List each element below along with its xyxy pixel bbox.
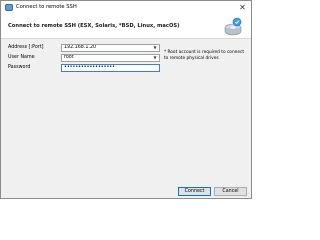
cancel-button[interactable]: Cancel (214, 187, 247, 196)
username-value: root (64, 55, 74, 60)
close-icon[interactable]: ✕ (237, 2, 248, 13)
title-bar[interactable]: Connect to remote SSH ✕ (1, 1, 251, 16)
password-value: •••••••••••••••••• (64, 65, 115, 70)
dialog-window: Connect to remote SSH ✕ Connect to remot… (0, 0, 252, 199)
connect-button[interactable]: Connect (178, 187, 211, 196)
resize-grip-icon[interactable]: ⋰ (245, 192, 250, 197)
username-field[interactable]: root ▼ (61, 54, 160, 62)
chevron-down-icon[interactable]: ▼ (152, 55, 158, 61)
root-account-note: * Root account is required to connect to… (164, 50, 245, 61)
address-field[interactable]: 192.168.1.20 ▼ (61, 44, 160, 52)
header-title: Connect to remote SSH (ESX, Solaris, *BS… (8, 23, 180, 29)
chevron-down-icon[interactable]: ▼ (152, 45, 158, 51)
address-label: Address [:Port] (8, 45, 44, 50)
password-field[interactable]: •••••••••••••••••• (61, 64, 160, 72)
address-value: 192.168.1.20 (64, 45, 97, 50)
username-label: User Name (8, 55, 35, 60)
dialog-header: Connect to remote SSH (ESX, Solaris, *BS… (1, 15, 251, 39)
app-icon (5, 4, 13, 11)
password-label: Password (8, 65, 31, 70)
network-drive-icon (224, 17, 242, 36)
window-title: Connect to remote SSH (16, 4, 77, 10)
